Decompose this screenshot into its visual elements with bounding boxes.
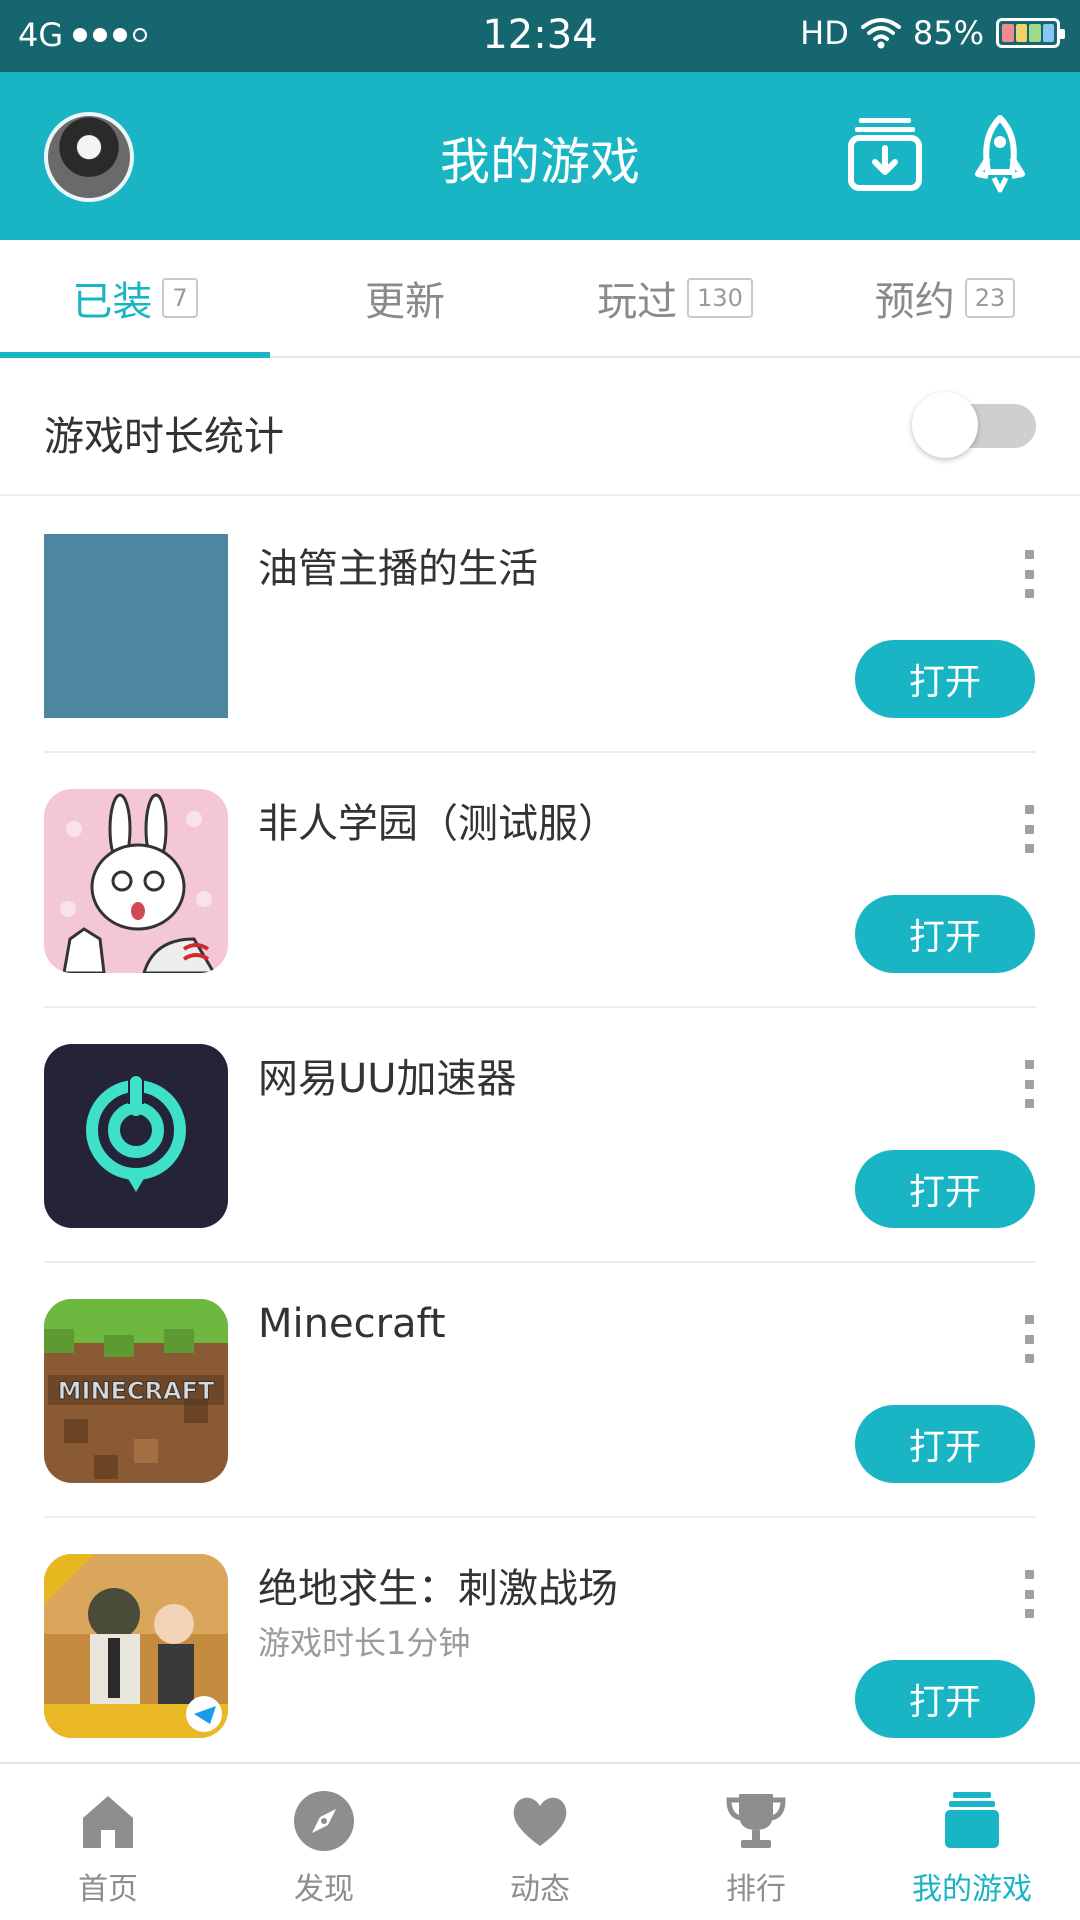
tab-count-badge: 130 [687, 278, 753, 318]
open-game-button[interactable]: 打开 [855, 1405, 1035, 1483]
open-game-button[interactable]: 打开 [855, 895, 1035, 973]
trophy-icon [726, 1794, 786, 1848]
tab-label: 预约 [874, 279, 955, 325]
tab-count-badge: 7 [162, 278, 198, 318]
playtime-stats-label: 游戏时长统计 [44, 414, 284, 460]
open-game-button[interactable]: 打开 [855, 1150, 1035, 1228]
my-games-icon [945, 1792, 999, 1848]
bottom-nav: 首页 发现 动态 排行 我的游戏 [0, 1762, 1080, 1920]
playtime-text: 游戏时长1分钟 [258, 1624, 471, 1662]
svg-text:MINECRAFT: MINECRAFT [58, 1377, 215, 1405]
tab-installed[interactable]: 已装 7 [0, 240, 270, 358]
open-game-button[interactable]: 打开 [855, 640, 1035, 718]
nav-label: 动态 [510, 1872, 570, 1907]
battery-icon [996, 18, 1065, 48]
nav-item-feed[interactable]: 动态 [432, 1764, 648, 1920]
game-row[interactable]: 网易UU加速器 打开 [0, 1008, 1080, 1263]
wifi-icon [860, 18, 901, 49]
nav-label: 首页 [78, 1872, 138, 1907]
game-icon [44, 534, 228, 718]
download-box-icon [848, 118, 922, 191]
nav-label: 发现 [294, 1872, 354, 1907]
game-name: 绝地求生：刺激战场 [258, 1566, 618, 1612]
status-bar: 4G 12:34 HD 85% [0, 0, 1080, 72]
game-icon [44, 789, 228, 973]
game-name: 网易UU加速器 [258, 1056, 517, 1102]
tab-updates[interactable]: 更新 [270, 240, 540, 356]
battery-percent: 85% [912, 14, 984, 52]
more-options-button[interactable] [1020, 1060, 1038, 1108]
more-options-button[interactable] [1020, 1570, 1038, 1618]
tab-bar: 已装 7 更新 玩过 130 预约 23 [0, 240, 1080, 358]
more-options-button[interactable] [1020, 1315, 1038, 1363]
tab-label: 更新 [365, 279, 445, 325]
open-game-button[interactable]: 打开 [855, 1660, 1035, 1738]
speedup-button[interactable] [960, 114, 1040, 194]
nav-label: 排行 [726, 1872, 786, 1907]
tab-label: 玩过 [597, 279, 678, 325]
nav-item-ranking[interactable]: 排行 [648, 1764, 864, 1920]
tab-played[interactable]: 玩过 130 [540, 240, 810, 356]
heart-icon [513, 1797, 567, 1846]
nav-item-discover[interactable]: 发现 [216, 1764, 432, 1920]
playtime-stats-row: 游戏时长统计 [0, 358, 1080, 496]
app-header: 我的游戏 [0, 72, 1080, 240]
home-icon [83, 1796, 133, 1848]
more-options-button[interactable] [1020, 805, 1038, 853]
game-list: 油管主播的生活 打开 非人学园（测试服） 打开 网易UU加速器 打开 MINEC… [0, 498, 1080, 1773]
game-icon [44, 1554, 228, 1738]
more-options-button[interactable] [1020, 550, 1038, 598]
toggle-knob [912, 392, 978, 458]
compass-icon [294, 1791, 354, 1851]
game-row[interactable]: MINECRAFT Minecraft 打开 [0, 1263, 1080, 1518]
tab-count-badge: 23 [964, 278, 1016, 318]
nav-item-my-games[interactable]: 我的游戏 [864, 1764, 1080, 1920]
playtime-stats-toggle[interactable] [912, 392, 1036, 458]
game-name: 油管主播的生活 [258, 546, 538, 592]
screen: 4G 12:34 HD 85% 我的游戏 已装 7 更新 玩过 130 预约 2… [0, 0, 1080, 1920]
status-right: HD 85% [800, 14, 1065, 52]
nav-label: 我的游戏 [912, 1872, 1032, 1907]
game-icon: MINECRAFT [44, 1299, 228, 1483]
tab-reserved[interactable]: 预约 23 [810, 240, 1080, 356]
hd-label: HD [800, 14, 849, 52]
game-icon [44, 1044, 228, 1228]
rocket-icon [975, 115, 1025, 193]
nav-item-home[interactable]: 首页 [0, 1764, 216, 1920]
game-row[interactable]: 油管主播的生活 打开 [0, 498, 1080, 753]
game-name: 非人学园（测试服） [258, 801, 618, 847]
download-manager-button[interactable] [845, 114, 925, 194]
game-row[interactable]: 绝地求生：刺激战场 游戏时长1分钟 打开 [0, 1518, 1080, 1773]
tab-label: 已装 [72, 279, 153, 325]
game-row[interactable]: 非人学园（测试服） 打开 [0, 753, 1080, 1008]
game-name: Minecraft [258, 1301, 446, 1347]
